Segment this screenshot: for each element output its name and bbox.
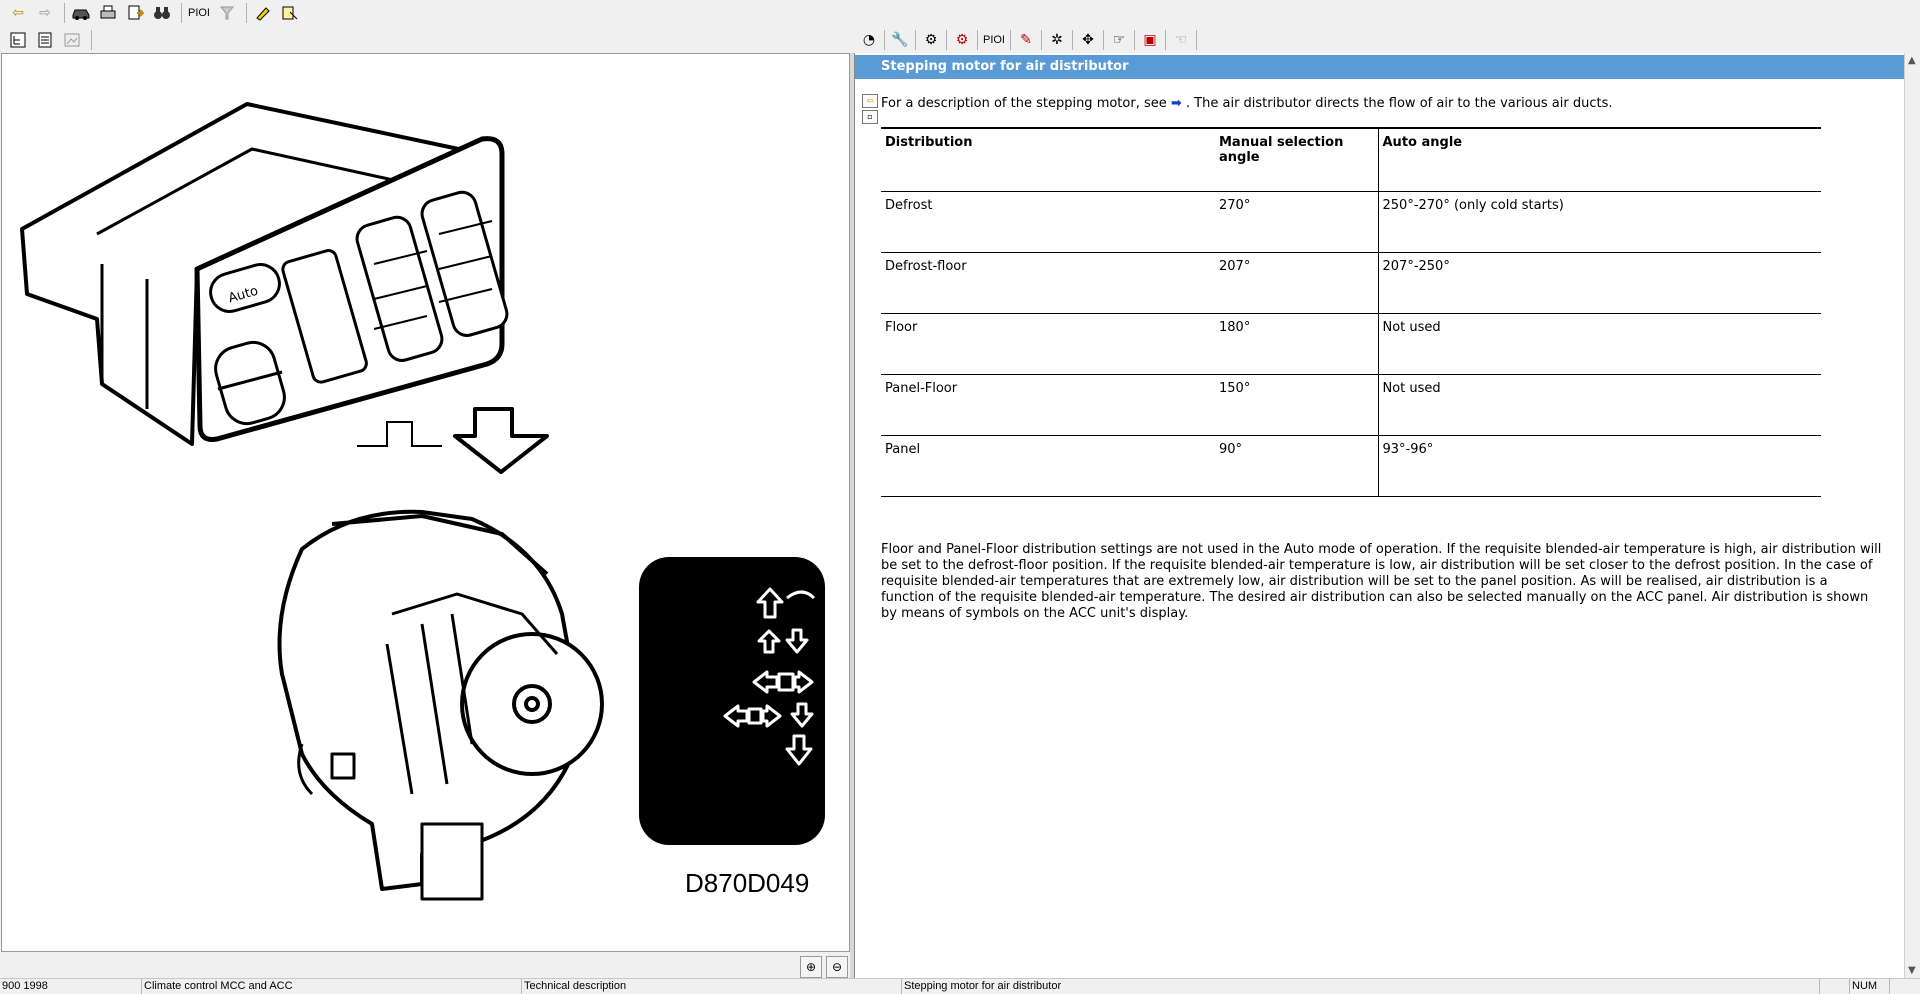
test-tool-icon[interactable]: ✎ <box>1014 29 1038 51</box>
main-toolbar: ⇦ ⇨ PIOI <box>0 0 305 26</box>
left-view-toolbar <box>6 29 96 51</box>
highlighter-icon[interactable] <box>251 2 275 24</box>
toolbar-separator <box>977 30 978 50</box>
toolbar-separator <box>946 30 947 50</box>
print-icon[interactable] <box>96 2 120 24</box>
description-paragraph: Floor and Panel-Floor distribution setti… <box>881 542 1882 621</box>
document-hand-icon[interactable]: ☞ <box>1107 29 1131 51</box>
cell-auto-angle: Not used <box>1377 374 1821 436</box>
cell-manual-angle: 150° <box>1215 374 1378 436</box>
document-export-icon[interactable] <box>123 2 147 24</box>
table-row: Panel 90° 93°-96° <box>881 435 1821 497</box>
cell-distribution: Defrost-floor <box>881 252 1215 314</box>
right-view-toolbar: ◔ 🔧 ⚙ ⚙ PIOI ✎ ✲ ✥ ☞ ▣ ☜ <box>857 29 1200 51</box>
zoom-out-icon[interactable]: ⊖ <box>826 956 848 978</box>
status-empty <box>1890 979 1920 994</box>
document-pane: Stepping motor for air distributor ⇦ ▫ F… <box>854 53 1904 978</box>
figure-caption: D870D049 <box>685 868 809 898</box>
toolbar-separator <box>1103 30 1104 50</box>
cell-distribution: Floor <box>881 313 1215 375</box>
car-icon[interactable] <box>69 2 93 24</box>
status-empty <box>1820 979 1850 994</box>
back-arrow-icon[interactable]: ⇦ <box>6 2 30 24</box>
toolbar-separator <box>1072 30 1073 50</box>
page-title: Stepping motor for air distributor <box>855 55 1904 79</box>
note-pointer-icon[interactable] <box>278 2 302 24</box>
status-num: NUM <box>1850 979 1890 994</box>
toolbar-separator <box>91 30 92 50</box>
bookmark-icon[interactable]: ▣ <box>1138 29 1162 51</box>
status-topic: Stepping motor for air distributor <box>902 979 1820 994</box>
toolbar-separator <box>1010 30 1011 50</box>
cell-distribution: Panel-Floor <box>881 374 1215 436</box>
cell-auto-angle: 93°-96° <box>1377 435 1821 497</box>
cell-manual-angle: 270° <box>1215 191 1378 253</box>
table-row: Floor 180° Not used <box>881 313 1821 375</box>
scroll-up-icon[interactable]: ▲ <box>1908 55 1916 66</box>
intro-after: . The air distributor directs the flow o… <box>1181 96 1613 111</box>
status-bar: 900 1998 Climate control MCC and ACC Tec… <box>0 978 1920 994</box>
intro-text: For a description of the stepping motor,… <box>881 96 1612 111</box>
cell-manual-angle: 180° <box>1215 313 1378 375</box>
table-row: Defrost 270° 250°-270° (only cold starts… <box>881 191 1821 253</box>
toolbar-separator <box>1134 30 1135 50</box>
forward-arrow-icon[interactable]: ⇨ <box>33 2 57 24</box>
tree-view-icon[interactable] <box>6 29 30 51</box>
cell-manual-angle: 90° <box>1215 435 1378 497</box>
distribution-table: Distribution Manual selection angle Auto… <box>881 127 1821 497</box>
filter-icon[interactable] <box>215 2 239 24</box>
column-header: Auto angle <box>1377 128 1821 192</box>
cell-distribution: Panel <box>881 435 1215 497</box>
status-doc-type: Technical description <box>522 979 902 994</box>
intro-before: For a description of the stepping motor,… <box>881 96 1171 111</box>
binoculars-icon[interactable] <box>150 2 174 24</box>
text-view-icon[interactable] <box>33 29 57 51</box>
toolbar-separator <box>884 30 885 50</box>
toolbar-separator <box>1196 30 1197 50</box>
link-back-icon[interactable]: ⇦ <box>862 94 878 108</box>
toolbar-separator <box>181 3 182 23</box>
sub-document-icon[interactable]: ▫ <box>862 110 878 124</box>
move-icon[interactable]: ✥ <box>1076 29 1100 51</box>
table-header-row: Distribution Manual selection angle Auto… <box>881 128 1821 192</box>
scroll-down-icon[interactable]: ▼ <box>1908 965 1916 976</box>
column-header: Manual selection angle <box>1215 128 1378 192</box>
vertical-scrollbar[interactable]: ▲ ▼ <box>1904 53 1920 978</box>
component-icon[interactable]: ✲ <box>1045 29 1069 51</box>
wrench-icon[interactable]: 🔧 <box>888 29 912 51</box>
cell-auto-angle: 207°-250° <box>1377 252 1821 314</box>
pioi-button[interactable]: PIOI <box>186 2 212 24</box>
cell-distribution: Defrost <box>881 191 1215 253</box>
toolbar-separator <box>64 3 65 23</box>
toolbar-separator <box>246 3 247 23</box>
zoom-controls: ⊕ ⊖ <box>800 956 852 978</box>
cell-auto-angle: Not used <box>1377 313 1821 375</box>
pioi-button[interactable]: PIOI <box>981 29 1007 51</box>
acc-stepping-motor-illustration: Auto D870D049 <box>20 102 825 901</box>
diagnosis-icon[interactable]: ⚙ <box>950 29 974 51</box>
cell-manual-angle: 207° <box>1215 252 1378 314</box>
toolbar-separator <box>1041 30 1042 50</box>
table-row: Defrost-floor 207° 207°-250° <box>881 252 1821 314</box>
gauge-icon[interactable]: ◔ <box>857 29 881 51</box>
pointer-hand-icon[interactable]: ☜ <box>1169 29 1193 51</box>
gears-icon[interactable]: ⚙ <box>919 29 943 51</box>
toolbar-separator <box>915 30 916 50</box>
column-header: Distribution <box>881 128 1215 192</box>
status-model: 900 1998 <box>0 979 142 994</box>
table-row: Panel-Floor 150° Not used <box>881 374 1821 436</box>
illustration-pane: Auto D870D049 <box>1 53 850 952</box>
cell-auto-angle: 250°-270° (only cold starts) <box>1377 191 1821 253</box>
document-side-icons: ⇦ ▫ <box>862 94 878 126</box>
toolbar-separator <box>1165 30 1166 50</box>
image-view-icon[interactable] <box>60 29 84 51</box>
zoom-in-icon[interactable]: ⊕ <box>800 956 822 978</box>
status-section: Climate control MCC and ACC <box>142 979 522 994</box>
description-link-arrow-icon[interactable]: ➡ <box>1171 96 1182 111</box>
